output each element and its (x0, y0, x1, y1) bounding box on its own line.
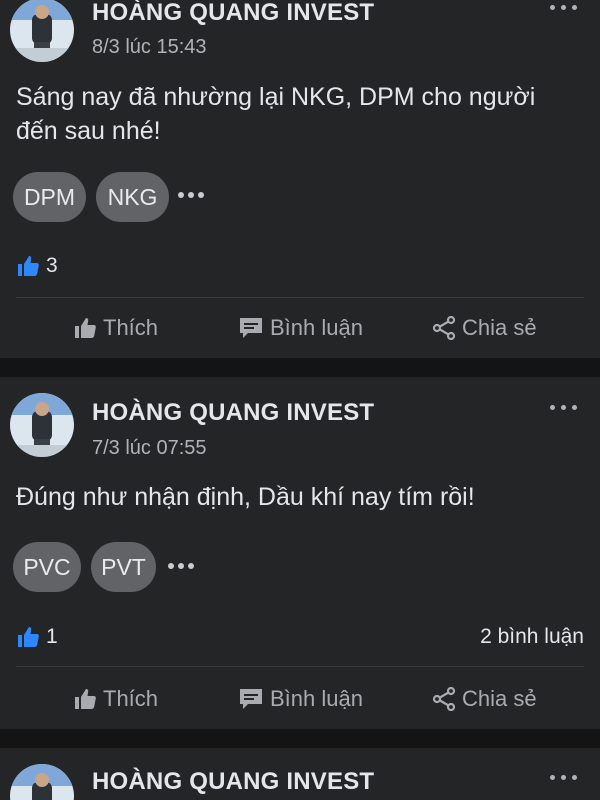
like-button-label: Thích (103, 686, 159, 711)
thumbs-up-icon (75, 689, 96, 709)
share-button-label: Chia sẻ (462, 315, 537, 340)
comment-icon (240, 318, 262, 338)
more-horizontal-icon (198, 192, 204, 198)
post-card-3: HOÀNG QUANG INVEST (0, 748, 600, 800)
thumbs-up-icon (18, 627, 39, 647)
author-avatar[interactable] (10, 764, 74, 800)
more-horizontal-icon (572, 405, 577, 410)
more-tags-button[interactable] (178, 189, 212, 201)
comment-button-label: Bình luận (270, 315, 363, 340)
more-horizontal-icon (188, 563, 194, 569)
like-button[interactable]: Thích (73, 686, 158, 712)
comment-count[interactable]: 2 bình luận (480, 625, 584, 649)
comment-icon (240, 689, 262, 709)
comment-button-label: Bình luận (270, 686, 363, 711)
reaction-summary[interactable]: 1 (16, 623, 58, 651)
more-horizontal-icon (572, 775, 577, 780)
like-count: 3 (46, 254, 58, 277)
author-avatar[interactable] (10, 393, 74, 457)
more-horizontal-icon (572, 5, 577, 10)
reaction-summary[interactable]: 3 (16, 252, 58, 280)
post-divider (16, 297, 584, 298)
thumbs-up-icon (18, 256, 39, 276)
author-name[interactable]: HOÀNG QUANG INVEST (92, 0, 374, 27)
more-horizontal-icon (561, 405, 566, 410)
post-options-button[interactable] (550, 402, 578, 412)
post-text: Sáng nay đã nhường lại NKG, DPM cho ngườ… (16, 83, 536, 145)
like-button-label: Thích (103, 315, 159, 340)
more-horizontal-icon (550, 775, 555, 780)
more-horizontal-icon (178, 563, 184, 569)
post-options-button[interactable] (550, 2, 578, 12)
post-text: Đúng như nhận định, Dầu khí nay tím rồi! (16, 483, 475, 511)
like-button[interactable]: Thích (73, 315, 158, 341)
thumbs-up-icon (75, 318, 96, 338)
share-button-label: Chia sẻ (462, 686, 537, 711)
more-horizontal-icon (550, 5, 555, 10)
author-name[interactable]: HOÀNG QUANG INVEST (92, 768, 374, 796)
comment-button[interactable]: Bình luận (238, 686, 363, 712)
author-avatar[interactable] (10, 0, 74, 62)
stock-tag-pvc[interactable]: PVC (13, 542, 81, 592)
more-horizontal-icon (561, 5, 566, 10)
share-icon (432, 316, 456, 340)
stock-tag-dpm[interactable]: DPM (13, 172, 86, 222)
share-button[interactable]: Chia sẻ (432, 315, 537, 341)
more-tags-button[interactable] (168, 560, 202, 572)
more-horizontal-icon (178, 192, 184, 198)
share-icon (432, 687, 456, 711)
author-name[interactable]: HOÀNG QUANG INVEST (92, 399, 374, 427)
post-timestamp[interactable]: 7/3 lúc 07:55 (92, 437, 207, 460)
post-timestamp[interactable]: 8/3 lúc 15:43 (92, 36, 207, 59)
post-card-1: HOÀNG QUANG INVEST 8/3 lúc 15:43 Sáng na… (0, 0, 600, 358)
comment-button[interactable]: Bình luận (238, 315, 363, 341)
post-divider (16, 666, 584, 667)
post-options-button[interactable] (550, 772, 578, 782)
more-horizontal-icon (168, 563, 174, 569)
share-button[interactable]: Chia sẻ (432, 686, 537, 712)
post-card-2: HOÀNG QUANG INVEST 7/3 lúc 07:55 Đúng nh… (0, 377, 600, 729)
more-horizontal-icon (561, 775, 566, 780)
more-horizontal-icon (188, 192, 194, 198)
stock-tag-nkg[interactable]: NKG (96, 172, 169, 222)
like-count: 1 (46, 625, 58, 648)
stock-tag-pvt[interactable]: PVT (91, 542, 156, 592)
more-horizontal-icon (550, 405, 555, 410)
